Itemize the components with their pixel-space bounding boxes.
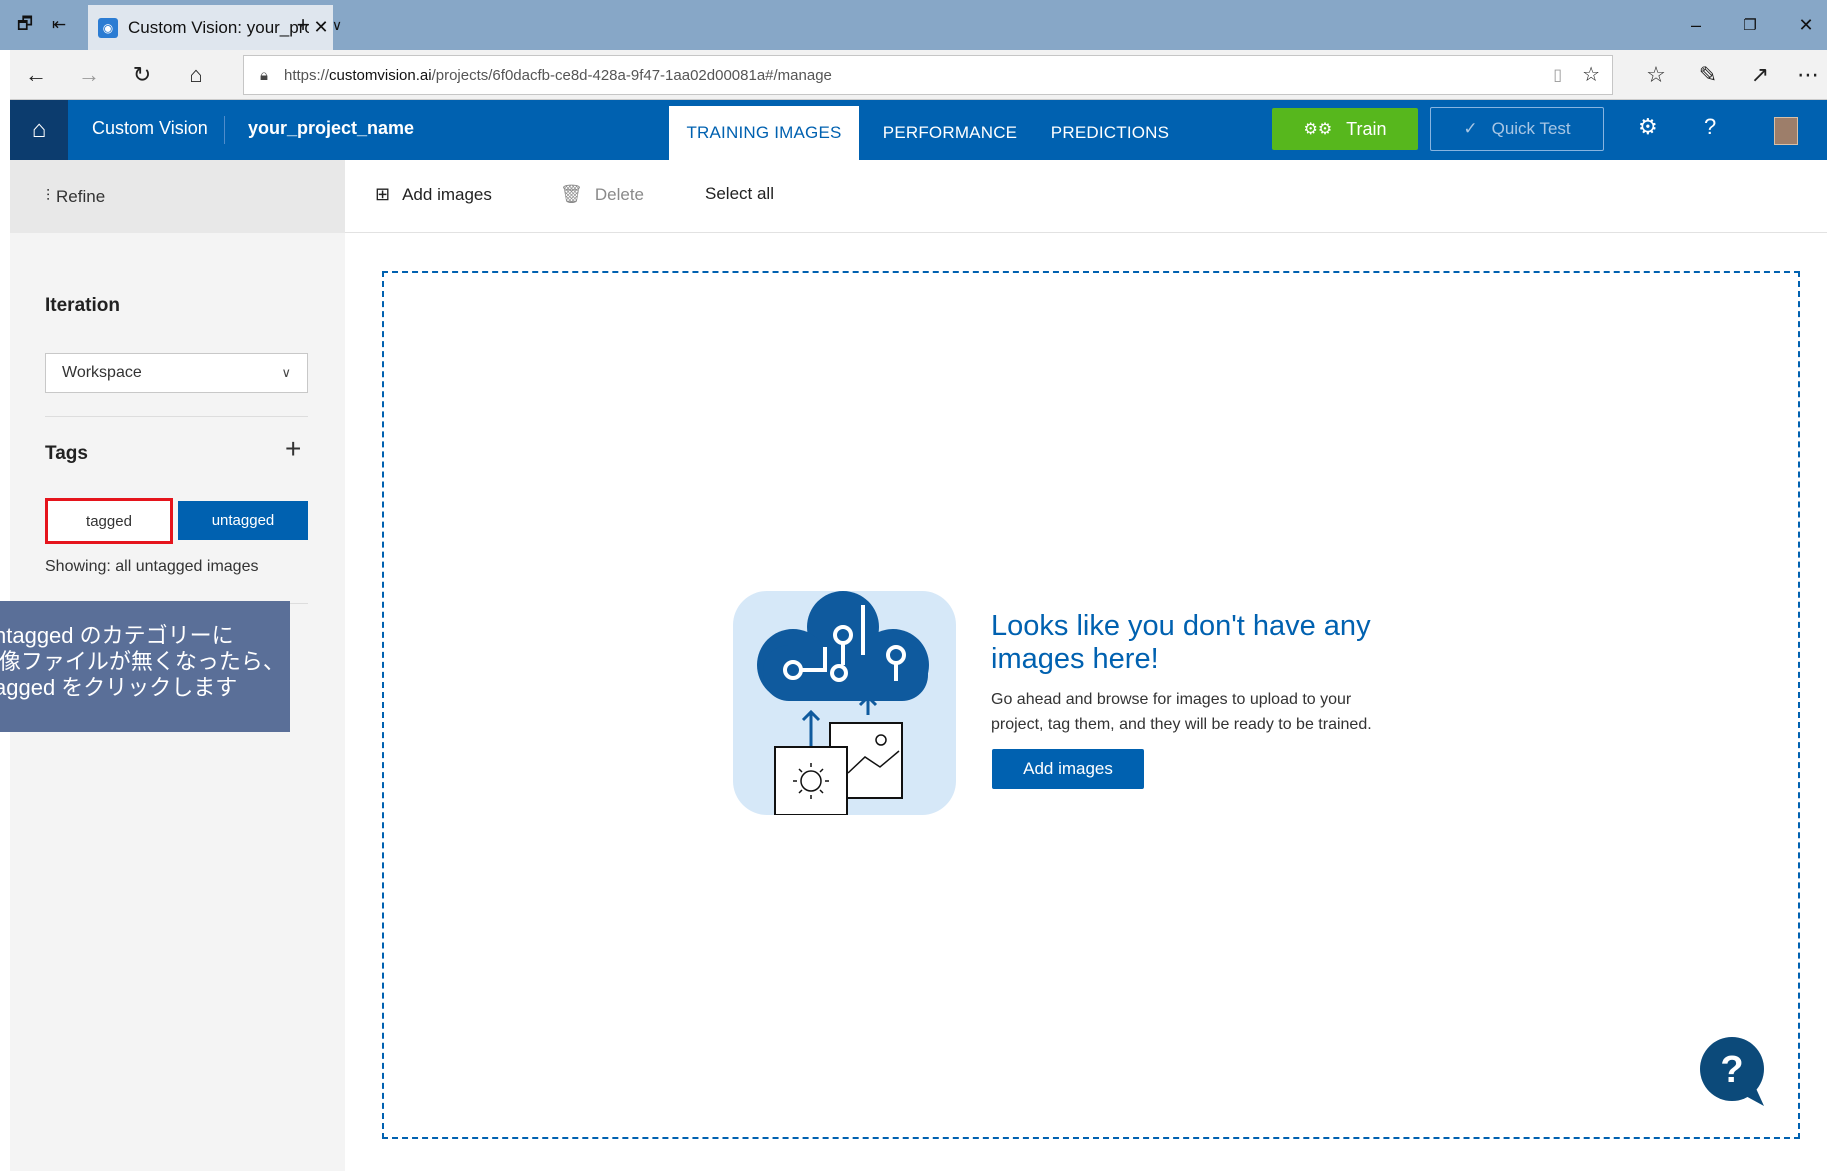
tab-title: Custom Vision: your_pro — [128, 17, 309, 37]
set-aside-tabs-icon[interactable]: ⇤ — [46, 12, 72, 38]
add-tag-plus-icon[interactable]: + — [285, 435, 301, 463]
tagged-filter-button[interactable]: tagged — [45, 498, 173, 544]
settings-gear-icon[interactable]: ⚙ — [1638, 114, 1658, 140]
url-domain: customvision.ai — [329, 66, 432, 84]
add-image-icon: ⊞ — [375, 184, 391, 204]
header-divider — [224, 116, 225, 144]
gears-icon: ⚙⚙ — [1303, 121, 1333, 138]
share-icon[interactable]: ↗ — [1744, 59, 1776, 91]
back-arrow-icon[interactable]: ← — [20, 59, 52, 91]
app-header: ⌂ Custom Vision your_project_name TRAINI… — [10, 100, 1827, 160]
restore-window-icon[interactable]: ❐ — [1730, 8, 1770, 42]
pen-notes-icon[interactable]: ✎ — [1692, 59, 1724, 91]
add-images-button[interactable]: Add images — [992, 749, 1144, 789]
empty-state-title: Looks like you don't have any images her… — [991, 610, 1411, 676]
url-field[interactable]: 🔒︎ https://customvision.ai/projects/6f0d… — [243, 55, 1613, 95]
callout-line: agged をクリックします — [0, 675, 238, 700]
tab-training-images[interactable]: TRAINING IMAGES — [669, 106, 859, 160]
instruction-callout: ntagged のカテゴリーに i像ファイルが無くなったら、 agged をクリ… — [0, 601, 290, 732]
images-toolbar: ⊞ Add images 🗑︎ Delete Select all — [345, 160, 1827, 233]
delete-label: Delete — [594, 184, 644, 204]
tab-actions-icon[interactable]: 🗗 — [12, 12, 38, 38]
url-prefix: https:// — [284, 66, 330, 84]
untagged-filter-button[interactable]: untagged — [178, 501, 308, 540]
showing-filter-text: Showing: all untagged images — [45, 558, 259, 575]
callout-line: ntagged のカテゴリーに — [0, 623, 234, 648]
callout-line: i像ファイルが無くなったら、 — [0, 649, 285, 674]
chevron-down-icon: ∨ — [281, 365, 291, 380]
tab-predictions[interactable]: PREDICTIONS — [1040, 106, 1180, 160]
close-window-icon[interactable]: ✕ — [1786, 8, 1826, 42]
empty-title-line: images here! — [991, 643, 1159, 675]
minimize-window-icon[interactable]: – — [1676, 8, 1716, 42]
train-button[interactable]: ⚙⚙ Train — [1272, 108, 1418, 150]
favorite-star-icon[interactable]: ☆ — [1582, 62, 1600, 87]
url-path: /projects/6f0dacfb-ce8d-428a-9f47-1aa02d… — [431, 66, 832, 84]
favorites-list-icon[interactable]: ☆ — [1640, 59, 1672, 91]
app-title[interactable]: Custom Vision — [92, 118, 208, 139]
browser-address-bar: ← → ↻ ⌂ 🔒︎ https://customvision.ai/proje… — [10, 50, 1827, 100]
tab-preview-chevron-icon[interactable]: ∨ — [324, 12, 350, 38]
add-images-toolbar-button[interactable]: ⊞ Add images — [375, 184, 492, 205]
forward-arrow-icon[interactable]: → — [73, 59, 105, 91]
home-icon: ⌂ — [31, 116, 47, 143]
user-avatar[interactable] — [1774, 117, 1798, 145]
refine-button[interactable]: ⫶ Refine — [10, 160, 345, 233]
more-menu-icon[interactable]: ⋯ — [1792, 59, 1824, 91]
custom-vision-favicon-icon: ◉ — [98, 17, 118, 38]
lock-icon: 🔒︎ — [260, 66, 268, 84]
iteration-value: Workspace — [62, 364, 142, 381]
select-all-button[interactable]: Select all — [705, 184, 774, 204]
tab-performance[interactable]: PERFORMANCE — [865, 106, 1035, 160]
tags-heading: Tags — [45, 443, 88, 464]
empty-desc-line: project, tag them, and they will be read… — [991, 716, 1372, 733]
train-label: Train — [1346, 118, 1387, 139]
cloud-upload-illustration-icon — [733, 591, 956, 815]
refine-label: Refine — [56, 186, 106, 206]
home-icon[interactable]: ⌂ — [180, 59, 212, 91]
refresh-icon[interactable]: ↻ — [126, 59, 158, 91]
help-chat-bubble-icon[interactable]: ? — [1698, 1036, 1770, 1108]
iteration-heading: Iteration — [45, 295, 120, 316]
quick-test-label: Quick Test — [1491, 119, 1571, 138]
help-question-icon[interactable]: ? — [1704, 114, 1716, 140]
quick-test-button[interactable]: ✓ Quick Test — [1430, 107, 1604, 151]
app-home-button[interactable]: ⌂ — [10, 100, 68, 160]
iteration-dropdown[interactable]: Workspace ∨ — [45, 353, 308, 393]
empty-title-line: Looks like you don't have any — [991, 610, 1371, 642]
reading-view-icon[interactable]: ▯ — [1553, 65, 1562, 85]
checkmark-icon: ✓ — [1463, 119, 1478, 138]
new-tab-icon[interactable]: + — [290, 12, 316, 38]
browser-tab-bar: 🗗 ⇤ ◉ Custom Vision: your_pro ✕ + ∨ – ❐ … — [0, 0, 1827, 50]
delete-toolbar-button[interactable]: 🗑︎ Delete — [560, 184, 644, 205]
add-images-label: Add images — [402, 184, 492, 204]
empty-desc-line: Go ahead and browse for images to upload… — [991, 691, 1352, 708]
empty-state-description: Go ahead and browse for images to upload… — [991, 687, 1421, 737]
project-name[interactable]: your_project_name — [248, 118, 414, 139]
sidebar-divider — [45, 416, 308, 417]
svg-text:?: ? — [1720, 1049, 1743, 1091]
trash-icon: 🗑︎ — [560, 184, 583, 204]
filter-sliders-icon: ⫶ — [46, 187, 51, 205]
